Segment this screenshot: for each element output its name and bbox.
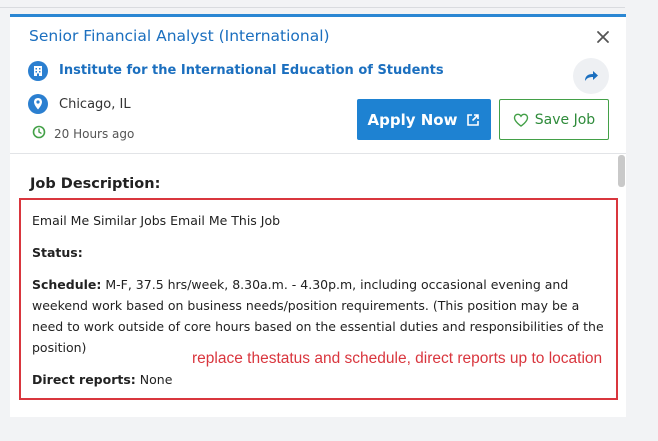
save-job-label: Save Job bbox=[534, 111, 596, 128]
close-button[interactable] bbox=[594, 28, 612, 46]
status-label: Status: bbox=[32, 245, 83, 260]
save-job-button[interactable]: Save Job bbox=[499, 99, 609, 140]
job-detail-card: Senior Financial Analyst (International)… bbox=[10, 14, 626, 417]
location-pin-icon bbox=[28, 94, 48, 114]
heart-icon bbox=[513, 113, 528, 127]
job-description-heading: Job Description: bbox=[30, 176, 161, 192]
status-row: Status: bbox=[32, 242, 612, 263]
schedule-row: Schedule: M-F, 37.5 hrs/week, 8.30a.m. -… bbox=[32, 274, 612, 358]
job-description-body: Email Me Similar Jobs Email Me This Job … bbox=[32, 210, 612, 401]
direct-reports-value: None bbox=[135, 372, 173, 387]
header-divider bbox=[10, 153, 626, 154]
schedule-label: Schedule: bbox=[32, 277, 102, 292]
company-name[interactable]: Institute for the International Educatio… bbox=[59, 63, 444, 78]
close-icon bbox=[597, 31, 609, 43]
top-divider bbox=[0, 7, 625, 8]
external-link-icon bbox=[467, 113, 480, 126]
scrollbar-thumb[interactable] bbox=[618, 155, 625, 187]
share-icon bbox=[585, 71, 598, 81]
clock-icon bbox=[32, 125, 46, 139]
direct-reports-label: Direct reports: bbox=[32, 372, 136, 387]
annotation-note: replace thestatus and schedule, direct r… bbox=[192, 350, 603, 367]
posted-time: 20 Hours ago bbox=[54, 127, 135, 141]
share-button[interactable] bbox=[573, 58, 609, 94]
apply-now-label: Apply Now bbox=[367, 110, 458, 129]
job-title[interactable]: Senior Financial Analyst (International) bbox=[29, 27, 330, 45]
job-location: Chicago, IL bbox=[59, 97, 131, 112]
email-alert-links[interactable]: Email Me Similar Jobs Email Me This Job bbox=[32, 210, 612, 231]
highlight-annotation-box: Email Me Similar Jobs Email Me This Job … bbox=[19, 198, 618, 400]
schedule-value: M-F, 37.5 hrs/week, 8.30a.m. - 4.30p.m, … bbox=[32, 277, 604, 355]
direct-reports-row: Direct reports: None bbox=[32, 369, 612, 390]
building-icon bbox=[28, 61, 48, 81]
apply-now-button[interactable]: Apply Now bbox=[357, 99, 491, 140]
